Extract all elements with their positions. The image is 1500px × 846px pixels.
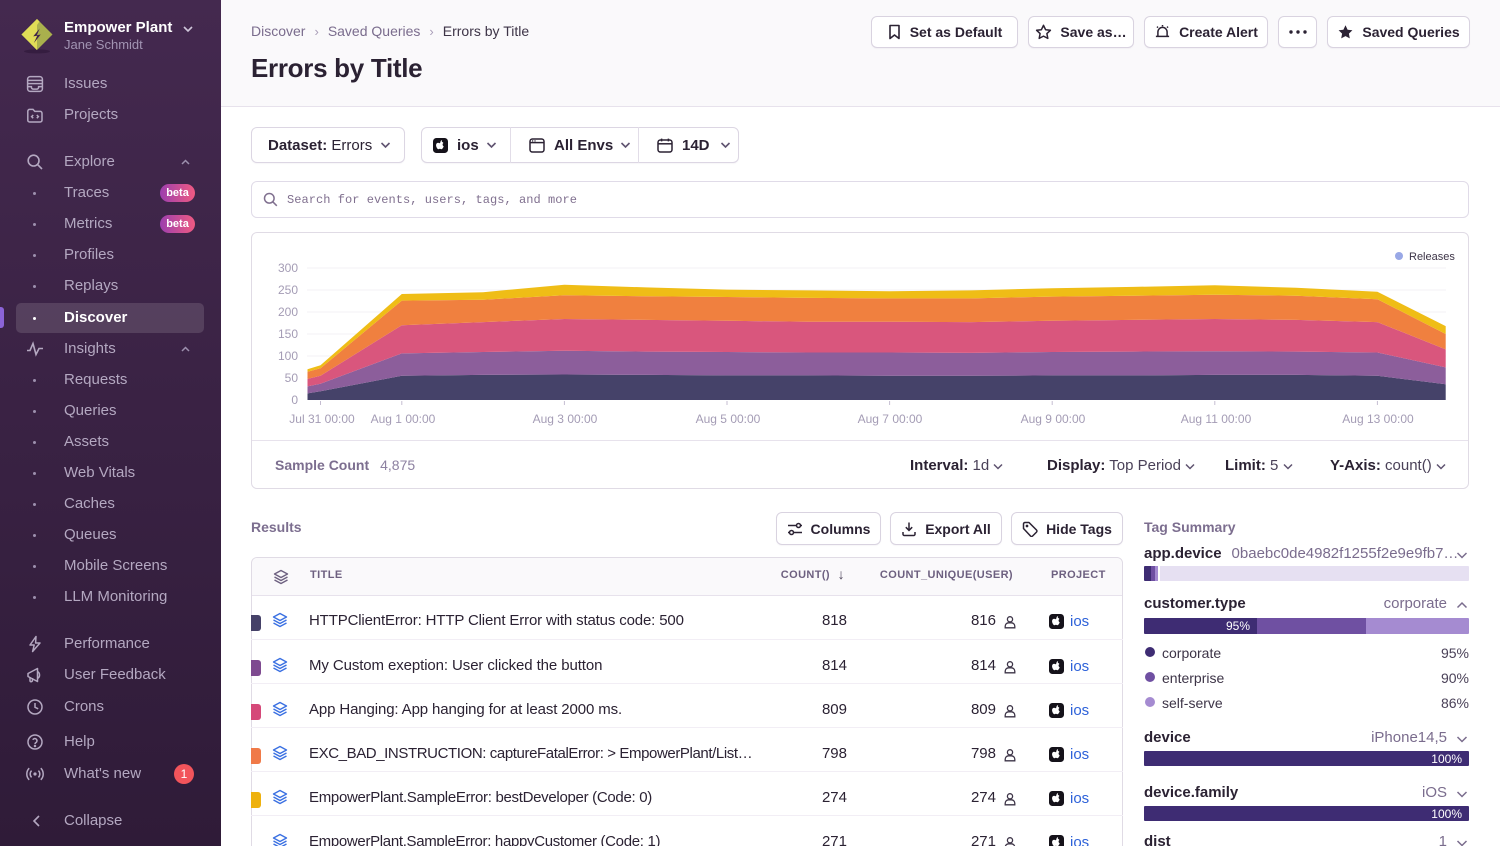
- svg-text:100: 100: [278, 349, 298, 363]
- svg-text:150: 150: [278, 327, 298, 341]
- svg-text:Jul 31 00:00: Jul 31 00:00: [289, 412, 355, 426]
- svg-text:0: 0: [291, 393, 298, 407]
- svg-text:Releases: Releases: [1409, 251, 1455, 263]
- svg-text:Aug 3 00:00: Aug 3 00:00: [533, 412, 598, 426]
- svg-text:300: 300: [278, 261, 298, 275]
- svg-text:Aug 11 00:00: Aug 11 00:00: [1181, 412, 1252, 426]
- svg-text:200: 200: [278, 305, 298, 319]
- svg-text:Aug 7 00:00: Aug 7 00:00: [858, 412, 923, 426]
- svg-text:Aug 1 00:00: Aug 1 00:00: [371, 412, 436, 426]
- svg-text:Aug 13 00:00: Aug 13 00:00: [1342, 412, 1414, 426]
- svg-text:Aug 9 00:00: Aug 9 00:00: [1021, 412, 1086, 426]
- svg-text:Aug 5 00:00: Aug 5 00:00: [696, 412, 761, 426]
- svg-text:250: 250: [278, 283, 298, 297]
- svg-text:50: 50: [285, 371, 299, 385]
